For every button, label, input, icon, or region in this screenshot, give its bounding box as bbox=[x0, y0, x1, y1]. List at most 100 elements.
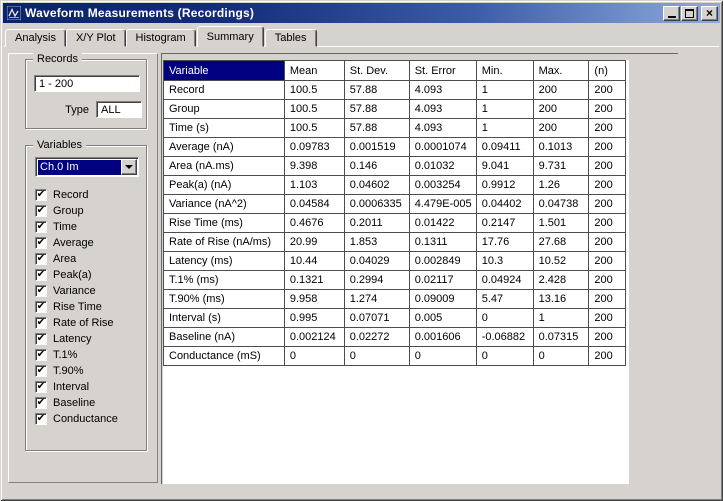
average-checkbox[interactable]: ✔ bbox=[35, 237, 47, 249]
checkbox-item-average[interactable]: ✔ Average bbox=[35, 235, 145, 251]
column-header-mean[interactable]: Mean bbox=[283, 60, 345, 81]
value-cell: 0.04738 bbox=[532, 194, 590, 214]
variable-cell: Rise Time (ms) bbox=[163, 213, 285, 233]
value-cell: 100.5 bbox=[283, 118, 345, 138]
column-header-n[interactable]: (n) bbox=[588, 60, 626, 81]
checkbox-label: Peak(a) bbox=[53, 269, 92, 281]
checkbox-item-baseline[interactable]: ✔ Baseline bbox=[35, 395, 145, 411]
channel-dropdown[interactable]: Ch.0 Im bbox=[35, 157, 139, 177]
value-cell: 200 bbox=[588, 232, 626, 252]
checkbox-item-area[interactable]: ✔ Area bbox=[35, 251, 145, 267]
variables-group: Variables Ch.0 Im ✔ Record ✔ Group ✔ Time ✔ Ave… bbox=[25, 139, 147, 451]
value-cell: 0.02117 bbox=[408, 270, 477, 290]
value-cell: 0.001519 bbox=[343, 137, 410, 157]
summary-tab-page: Records Type Variables Ch.0 Im ✔ Record ✔ G… bbox=[4, 46, 719, 488]
value-cell: 200 bbox=[588, 327, 626, 347]
checkbox-item-variance[interactable]: ✔ Variance bbox=[35, 283, 145, 299]
tab-analysis[interactable]: Analysis bbox=[5, 29, 66, 47]
t-90-checkbox[interactable]: ✔ bbox=[35, 365, 47, 377]
column-header-st-error[interactable]: St. Error bbox=[408, 60, 477, 81]
value-cell: 9.041 bbox=[475, 156, 534, 176]
value-cell: 0 bbox=[283, 346, 345, 366]
checkbox-item-conductance[interactable]: ✔ Conductance bbox=[35, 411, 145, 427]
value-cell: 0.0001074 bbox=[408, 137, 477, 157]
checkbox-item-t-90[interactable]: ✔ T.90% bbox=[35, 363, 145, 379]
header-row: Variable Mean St. Dev. St. Error Min. Max. (n) bbox=[163, 60, 626, 81]
checkbox-item-peak-a[interactable]: ✔ Peak(a) bbox=[35, 267, 145, 283]
value-cell: 17.76 bbox=[475, 232, 534, 252]
column-header-st-dev[interactable]: St. Dev. bbox=[343, 60, 410, 81]
column-header-min[interactable]: Min. bbox=[475, 60, 534, 81]
table-row-interval-s: Interval (s) 0.995 0.07071 0.005 0 1 200 bbox=[163, 308, 626, 328]
value-cell: 9.398 bbox=[283, 156, 345, 176]
value-cell: 0.09411 bbox=[475, 137, 534, 157]
area-checkbox[interactable]: ✔ bbox=[35, 253, 47, 265]
checkbox-label: T.90% bbox=[53, 365, 84, 377]
value-cell: 9.958 bbox=[283, 289, 345, 309]
checkbox-item-time[interactable]: ✔ Time bbox=[35, 219, 145, 235]
tab-histogram[interactable]: Histogram bbox=[125, 29, 196, 47]
record-checkbox[interactable]: ✔ bbox=[35, 189, 47, 201]
value-cell: 27.68 bbox=[532, 232, 590, 252]
minimize-button[interactable] bbox=[663, 5, 680, 21]
summary-table-region: Variable Mean St. Dev. St. Error Min. Max. (n)… bbox=[161, 53, 678, 484]
value-cell: 200 bbox=[588, 80, 626, 100]
conductance-checkbox[interactable]: ✔ bbox=[35, 413, 47, 425]
checkbox-item-latency[interactable]: ✔ Latency bbox=[35, 331, 145, 347]
variance-checkbox[interactable]: ✔ bbox=[35, 285, 47, 297]
records-range-input[interactable] bbox=[34, 75, 140, 92]
variable-cell: Latency (ms) bbox=[163, 251, 285, 271]
checkbox-label: Interval bbox=[53, 381, 90, 393]
channel-dropdown-button[interactable] bbox=[121, 159, 137, 175]
tab-tables[interactable]: Tables bbox=[264, 29, 317, 47]
interval-checkbox[interactable]: ✔ bbox=[35, 381, 47, 393]
checkbox-item-t-1[interactable]: ✔ T.1% bbox=[35, 347, 145, 363]
table-row-rate-of-rise-na-ms: Rate of Rise (nA/ms) 20.99 1.853 0.1311 17.7… bbox=[163, 232, 626, 252]
column-header-variable[interactable]: Variable bbox=[163, 60, 285, 81]
value-cell: 1 bbox=[475, 118, 534, 138]
group-checkbox[interactable]: ✔ bbox=[35, 205, 47, 217]
latency-checkbox[interactable]: ✔ bbox=[35, 333, 47, 345]
table-row-peak-a-na: Peak(a) (nA) 1.103 0.04602 0.003254 0.9912 1.… bbox=[163, 175, 626, 195]
value-cell: 0.01422 bbox=[408, 213, 477, 233]
variable-cell: Baseline (nA) bbox=[163, 327, 285, 347]
baseline-checkbox[interactable]: ✔ bbox=[35, 397, 47, 409]
tab-summary[interactable]: Summary bbox=[196, 26, 264, 47]
checkbox-label: Conductance bbox=[53, 413, 118, 425]
tab-x-y-plot[interactable]: X/Y Plot bbox=[65, 29, 126, 47]
table-row-area-na-ms: Area (nA.ms) 9.398 0.146 0.01032 9.041 9.731 2… bbox=[163, 156, 626, 176]
value-cell: 0.09783 bbox=[283, 137, 345, 157]
checkbox-item-rise-time[interactable]: ✔ Rise Time bbox=[35, 299, 145, 315]
checkbox-label: Area bbox=[53, 253, 77, 265]
value-cell: 0 bbox=[475, 346, 534, 366]
value-cell: 0.02272 bbox=[343, 327, 410, 347]
value-cell: 0.005 bbox=[408, 308, 477, 328]
value-cell: 0.1311 bbox=[408, 232, 477, 252]
checkbox-label: Average bbox=[53, 237, 94, 249]
checkbox-item-record[interactable]: ✔ Record bbox=[35, 187, 145, 203]
type-row: Type bbox=[34, 101, 142, 118]
table-row-group: Group 100.5 57.88 4.093 1 200 200 bbox=[163, 99, 626, 119]
window-title: Waveform Measurements (Recordings) bbox=[25, 6, 255, 20]
variable-cell: Conductance (mS) bbox=[163, 346, 285, 366]
checkbox-item-interval[interactable]: ✔ Interval bbox=[35, 379, 145, 395]
time-checkbox[interactable]: ✔ bbox=[35, 221, 47, 233]
value-cell: 0.01032 bbox=[408, 156, 477, 176]
variable-cell: T.90% (ms) bbox=[163, 289, 285, 309]
value-cell: 200 bbox=[588, 251, 626, 271]
value-cell: 0 bbox=[343, 346, 410, 366]
rate-of-rise-checkbox[interactable]: ✔ bbox=[35, 317, 47, 329]
peak-a-checkbox[interactable]: ✔ bbox=[35, 269, 47, 281]
value-cell: 0.003254 bbox=[408, 175, 477, 195]
checkbox-item-group[interactable]: ✔ Group bbox=[35, 203, 145, 219]
maximize-button[interactable] bbox=[681, 5, 698, 21]
type-input[interactable] bbox=[96, 101, 142, 118]
t-1-checkbox[interactable]: ✔ bbox=[35, 349, 47, 361]
value-cell: 5.47 bbox=[475, 289, 534, 309]
close-button[interactable]: × bbox=[701, 5, 718, 21]
checkbox-item-rate-of-rise[interactable]: ✔ Rate of Rise bbox=[35, 315, 145, 331]
value-cell: 200 bbox=[588, 194, 626, 214]
column-header-max[interactable]: Max. bbox=[532, 60, 590, 81]
rise-time-checkbox[interactable]: ✔ bbox=[35, 301, 47, 313]
table-row-t-90-ms: T.90% (ms) 9.958 1.274 0.09009 5.47 13.16 200 bbox=[163, 289, 626, 309]
